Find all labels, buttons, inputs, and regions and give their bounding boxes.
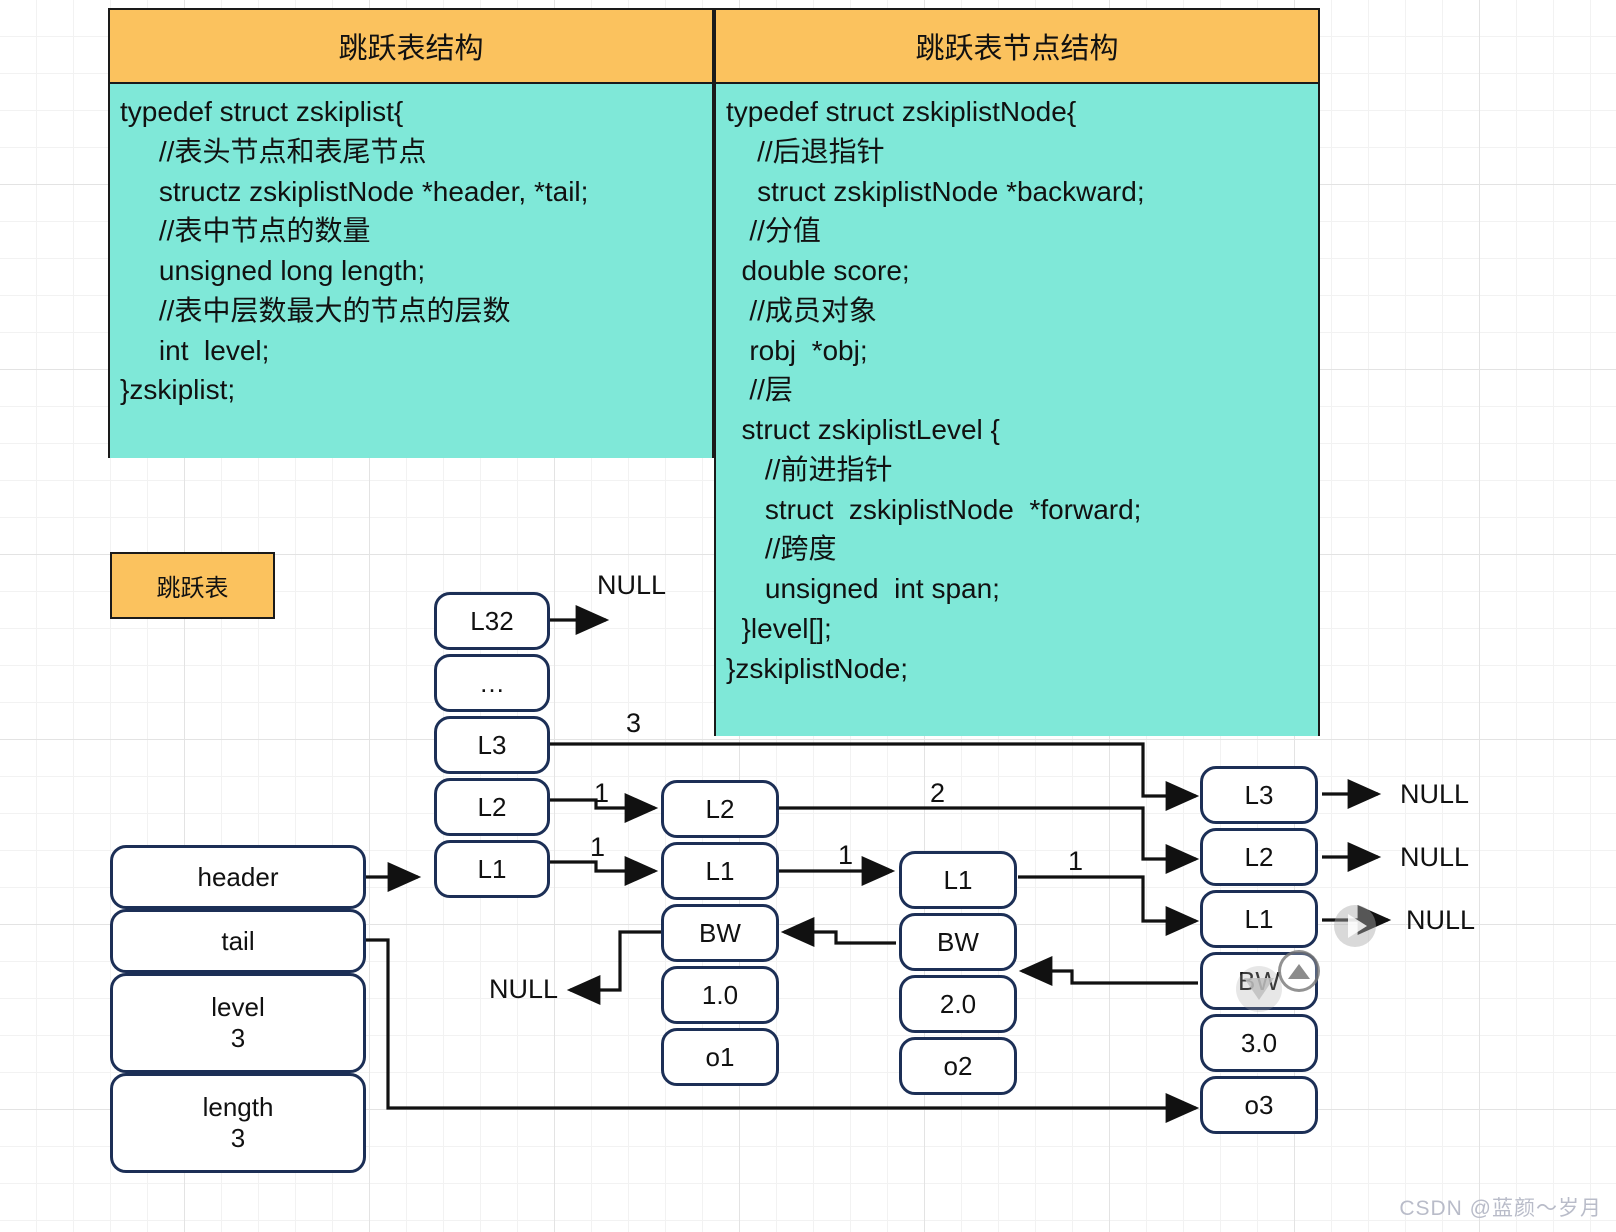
node3-level-l3-label: L3 (1244, 779, 1274, 810)
head-tower-level-l1: L1 (434, 840, 550, 898)
skiplist-struct-panel-title: 跳跃表结构 (110, 10, 712, 84)
chevron-down-icon[interactable] (1236, 966, 1282, 1012)
play-right-glyph (1348, 914, 1367, 938)
node3-level-l1: L1 (1200, 890, 1318, 948)
node3-level-l3: L3 (1200, 766, 1318, 824)
arrow-node1-bw-null (566, 930, 661, 1006)
skiplist-field-length-value: 3 (230, 1123, 246, 1153)
chevron-down-glyph (1244, 978, 1274, 1000)
skiplist-field-length: length 3 (110, 1073, 366, 1173)
arrow-head-l1-node1 (550, 855, 659, 887)
span-label-node2-to-node3-l1: 1 (1068, 846, 1084, 876)
skiplist-field-header: header (110, 845, 366, 909)
arrow-tail-to-o3 (366, 938, 1200, 1124)
node2-score-label: 2.0 (939, 988, 977, 1019)
node3-level-l2: L2 (1200, 828, 1318, 886)
span-label-node1-to-node3-l2: 2 (930, 778, 946, 808)
chevron-up-icon[interactable] (1278, 950, 1320, 992)
chevron-up-glyph (1288, 963, 1310, 979)
node1-backward-label: BW (699, 917, 741, 948)
skiplist-legend-tag: 跳跃表 (110, 552, 275, 619)
span-label-head-to-node3-l3: 3 (626, 708, 642, 738)
head-tower-level-l32-label: L32 (470, 605, 514, 636)
head-tower-level-ellipsis: … (434, 654, 550, 712)
skiplist-node-struct-code: typedef struct zskiplistNode{ //后退指针 str… (716, 84, 1318, 736)
null-label-node1-backward: NULL (489, 974, 559, 1004)
arrow-node3-bw-node2 (1018, 955, 1198, 987)
node2-level-l1-label: L1 (943, 864, 973, 895)
skiplist-field-tail-label: tail (221, 925, 255, 956)
skiplist-field-tail: tail (110, 909, 366, 973)
skiplist-field-level-value: 3 (230, 1023, 246, 1053)
node1-obj-label: o1 (705, 1041, 735, 1072)
watermark: CSDN @蓝颜～岁月 (1399, 1197, 1602, 1220)
head-tower-level-l2-label: L2 (477, 791, 507, 822)
head-tower-level-l2: L2 (434, 778, 550, 836)
null-label-head-l32: NULL (597, 570, 667, 600)
span-label-head-to-node1-l2: 1 (594, 778, 610, 808)
head-tower-level-l32: L32 (434, 592, 550, 650)
arrow-node2-l1-node3 (1018, 875, 1200, 937)
node2-level-l1: L1 (899, 851, 1017, 909)
null-label-node3-l1: NULL (1406, 905, 1476, 935)
span-label-head-to-node1-l1: 1 (590, 832, 606, 862)
skiplist-struct-code: typedef struct zskiplist{ //表头节点和表尾节点 st… (110, 84, 712, 458)
head-tower-level-ellipsis-label: … (479, 667, 505, 698)
skiplist-field-header-label: header (197, 861, 279, 892)
node3-level-l1-label: L1 (1244, 903, 1274, 934)
span-label-node1-to-node2-l1: 1 (838, 840, 854, 870)
node1-level-l2: L2 (661, 780, 779, 838)
node2-backward: BW (899, 913, 1017, 971)
node1-score-label: 1.0 (701, 979, 739, 1010)
null-label-node3-l3: NULL (1400, 779, 1470, 809)
skiplist-node-struct-panel-title: 跳跃表节点结构 (716, 10, 1318, 84)
node2-obj: o2 (899, 1037, 1017, 1095)
skiplist-struct-panel: 跳跃表结构 typedef struct zskiplist{ //表头节点和表… (108, 8, 714, 458)
node3-obj: o3 (1200, 1076, 1318, 1134)
skiplist-field-level: level 3 (110, 973, 366, 1073)
head-tower-level-l3-label: L3 (477, 729, 507, 760)
node1-backward: BW (661, 904, 779, 962)
node2-score: 2.0 (899, 975, 1017, 1033)
skiplist-field-length-label: length (202, 1092, 274, 1123)
node2-obj-label: o2 (943, 1050, 973, 1081)
node1-level-l1-label: L1 (705, 855, 735, 886)
arrow-node2-bw-node1 (780, 916, 896, 948)
null-label-node3-l2: NULL (1400, 842, 1470, 872)
node3-level-l2-label: L2 (1244, 841, 1274, 872)
node3-obj-label: o3 (1244, 1089, 1274, 1120)
node1-score: 1.0 (661, 966, 779, 1024)
head-tower-level-l1-label: L1 (477, 853, 507, 884)
node2-backward-label: BW (937, 926, 979, 957)
head-tower-level-l3: L3 (434, 716, 550, 774)
node1-obj: o1 (661, 1028, 779, 1086)
node1-level-l2-label: L2 (705, 793, 735, 824)
node1-level-l1: L1 (661, 842, 779, 900)
play-right-icon[interactable] (1334, 905, 1376, 947)
skiplist-field-level-label: level (211, 992, 265, 1023)
arrow-head-l3-node3 (550, 742, 1200, 812)
node3-score-label: 3.0 (1240, 1027, 1278, 1058)
skiplist-node-struct-panel: 跳跃表节点结构 typedef struct zskiplistNode{ //… (714, 8, 1320, 736)
node3-score: 3.0 (1200, 1014, 1318, 1072)
